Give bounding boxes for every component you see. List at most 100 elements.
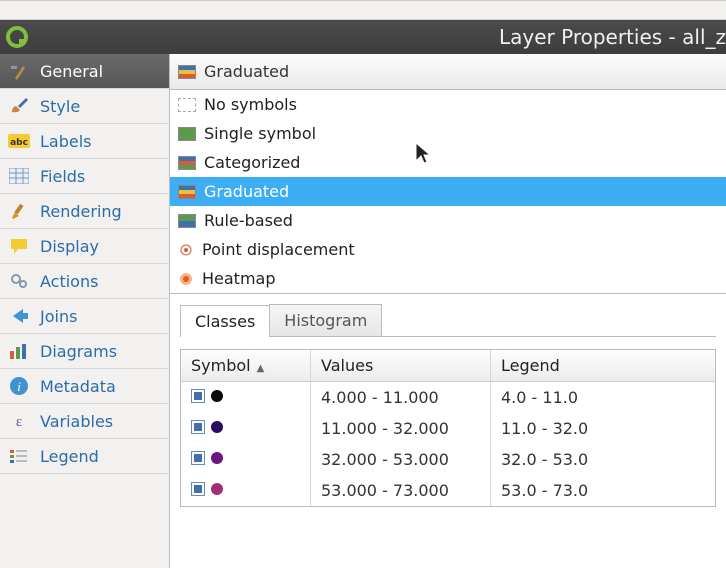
- th-values[interactable]: Values: [311, 350, 491, 381]
- cell-legend: 53.0 - 73.0: [501, 481, 588, 500]
- sidebar-item-label: General: [40, 62, 103, 81]
- th-legend[interactable]: Legend: [491, 350, 715, 381]
- sidebar-item-label: Display: [40, 237, 99, 256]
- cell-legend: 4.0 - 11.0: [501, 388, 578, 407]
- symbol-swatch: [211, 421, 223, 433]
- svg-text:abc: abc: [10, 138, 28, 148]
- table-icon: [8, 166, 30, 186]
- wrench-hammer-icon: [8, 61, 30, 81]
- cell-legend: 11.0 - 32.0: [501, 419, 588, 438]
- sidebar-item-display[interactable]: Display: [0, 229, 169, 264]
- renderer-current-label: Graduated: [204, 62, 289, 81]
- sidebar-item-label: Rendering: [40, 202, 122, 221]
- info-icon: i: [8, 376, 30, 396]
- sidebar-item-label: Labels: [40, 132, 92, 151]
- paintbrush-icon: [8, 201, 30, 221]
- renderer-combo[interactable]: Graduated: [170, 54, 726, 90]
- row-checkbox[interactable]: [191, 389, 205, 403]
- sidebar-item-label: Actions: [40, 272, 98, 291]
- th-label: Legend: [501, 356, 560, 375]
- sidebar-item-actions[interactable]: Actions: [0, 264, 169, 299]
- qgis-app-icon: [6, 26, 28, 48]
- arrow-left-icon: [8, 306, 30, 326]
- epsilon-icon: ε: [8, 411, 30, 431]
- renderer-option-label: Rule-based: [204, 211, 293, 230]
- single-icon: [178, 127, 196, 141]
- sidebar-item-label: Joins: [40, 307, 77, 326]
- symbol-swatch: [211, 390, 223, 402]
- sidebar-item-variables[interactable]: ε Variables: [0, 404, 169, 439]
- sidebar-item-fields[interactable]: Fields: [0, 159, 169, 194]
- sidebar-item-labels[interactable]: abc Labels: [0, 124, 169, 159]
- sidebar-item-label: Diagrams: [40, 342, 117, 361]
- sidebar-item-metadata[interactable]: i Metadata: [0, 369, 169, 404]
- renderer-option-rule[interactable]: Rule-based: [170, 206, 726, 235]
- table-row[interactable]: 53.000 - 73.000 53.0 - 73.0: [181, 475, 715, 506]
- cell-values: 32.000 - 53.000: [321, 450, 449, 469]
- symbol-swatch: [211, 483, 223, 495]
- sidebar-item-rendering[interactable]: Rendering: [0, 194, 169, 229]
- rule-icon: [178, 214, 196, 228]
- gears-icon: [8, 271, 30, 291]
- cell-values: 53.000 - 73.000: [321, 481, 449, 500]
- properties-sidebar: General Style abc Labels Fields Renderin…: [0, 54, 170, 568]
- sidebar-item-general[interactable]: General: [0, 54, 169, 89]
- tab-classes[interactable]: Classes: [180, 305, 269, 337]
- renderer-option-label: Point displacement: [202, 240, 355, 259]
- renderer-option-label: Categorized: [204, 153, 300, 172]
- sidebar-item-label: Variables: [40, 412, 113, 431]
- sidebar-item-label: Metadata: [40, 377, 116, 396]
- classes-table: Symbol ▲ Values Legend 4.000 - 11.000 4.0…: [180, 349, 716, 507]
- renderer-option-single[interactable]: Single symbol: [170, 119, 726, 148]
- tab-label: Histogram: [284, 311, 367, 330]
- row-checkbox[interactable]: [191, 451, 205, 465]
- content-panel: Graduated No symbols Single symbol Categ…: [170, 54, 726, 568]
- graduated-icon: [178, 65, 196, 79]
- table-row[interactable]: 11.000 - 32.000 11.0 - 32.0: [181, 413, 715, 444]
- sidebar-item-style[interactable]: Style: [0, 89, 169, 124]
- point-displacement-icon: [178, 243, 194, 257]
- table-row[interactable]: 32.000 - 53.000 32.0 - 53.0: [181, 444, 715, 475]
- cell-legend: 32.0 - 53.0: [501, 450, 588, 469]
- renderer-option-point-displacement[interactable]: Point displacement: [170, 235, 726, 264]
- legend-icon: [8, 446, 30, 466]
- categorized-icon: [178, 156, 196, 170]
- sidebar-item-label: Fields: [40, 167, 85, 186]
- renderer-option-graduated[interactable]: Graduated: [170, 177, 726, 206]
- svg-text:i: i: [17, 379, 21, 394]
- renderer-option-no-symbols[interactable]: No symbols: [170, 90, 726, 119]
- th-label: Symbol: [191, 356, 251, 375]
- graduated-icon: [178, 185, 196, 199]
- svg-text:ε: ε: [16, 414, 22, 430]
- tab-label: Classes: [195, 312, 255, 331]
- row-checkbox[interactable]: [191, 482, 205, 496]
- sidebar-item-label: Style: [40, 97, 80, 116]
- th-symbol[interactable]: Symbol ▲: [181, 350, 311, 381]
- table-row[interactable]: 4.000 - 11.000 4.0 - 11.0: [181, 382, 715, 413]
- bar-chart-icon: [8, 341, 30, 361]
- row-checkbox[interactable]: [191, 420, 205, 434]
- renderer-option-categorized[interactable]: Categorized: [170, 148, 726, 177]
- renderer-option-label: Single symbol: [204, 124, 316, 143]
- sidebar-item-label: Legend: [40, 447, 99, 466]
- sort-asc-icon: ▲: [257, 363, 265, 374]
- brush-icon: [8, 96, 30, 116]
- renderer-option-label: No symbols: [204, 95, 297, 114]
- none-icon: [178, 98, 196, 112]
- speech-icon: [8, 236, 30, 256]
- renderer-dropdown: No symbols Single symbol Categorized Gra…: [170, 90, 726, 294]
- window-title: Layer Properties - all_z: [40, 25, 726, 49]
- title-bar: Layer Properties - all_z: [0, 20, 726, 54]
- tab-histogram[interactable]: Histogram: [269, 304, 382, 336]
- table-header: Symbol ▲ Values Legend: [181, 350, 715, 382]
- cell-values: 11.000 - 32.000: [321, 419, 449, 438]
- sidebar-item-diagrams[interactable]: Diagrams: [0, 334, 169, 369]
- sidebar-item-legend[interactable]: Legend: [0, 439, 169, 474]
- abc-icon: abc: [8, 131, 30, 151]
- sidebar-item-joins[interactable]: Joins: [0, 299, 169, 334]
- renderer-option-label: Graduated: [204, 182, 289, 201]
- th-label: Values: [321, 356, 373, 375]
- heatmap-icon: [178, 272, 194, 286]
- renderer-option-heatmap[interactable]: Heatmap: [170, 264, 726, 293]
- app-top-strip: [0, 1, 726, 20]
